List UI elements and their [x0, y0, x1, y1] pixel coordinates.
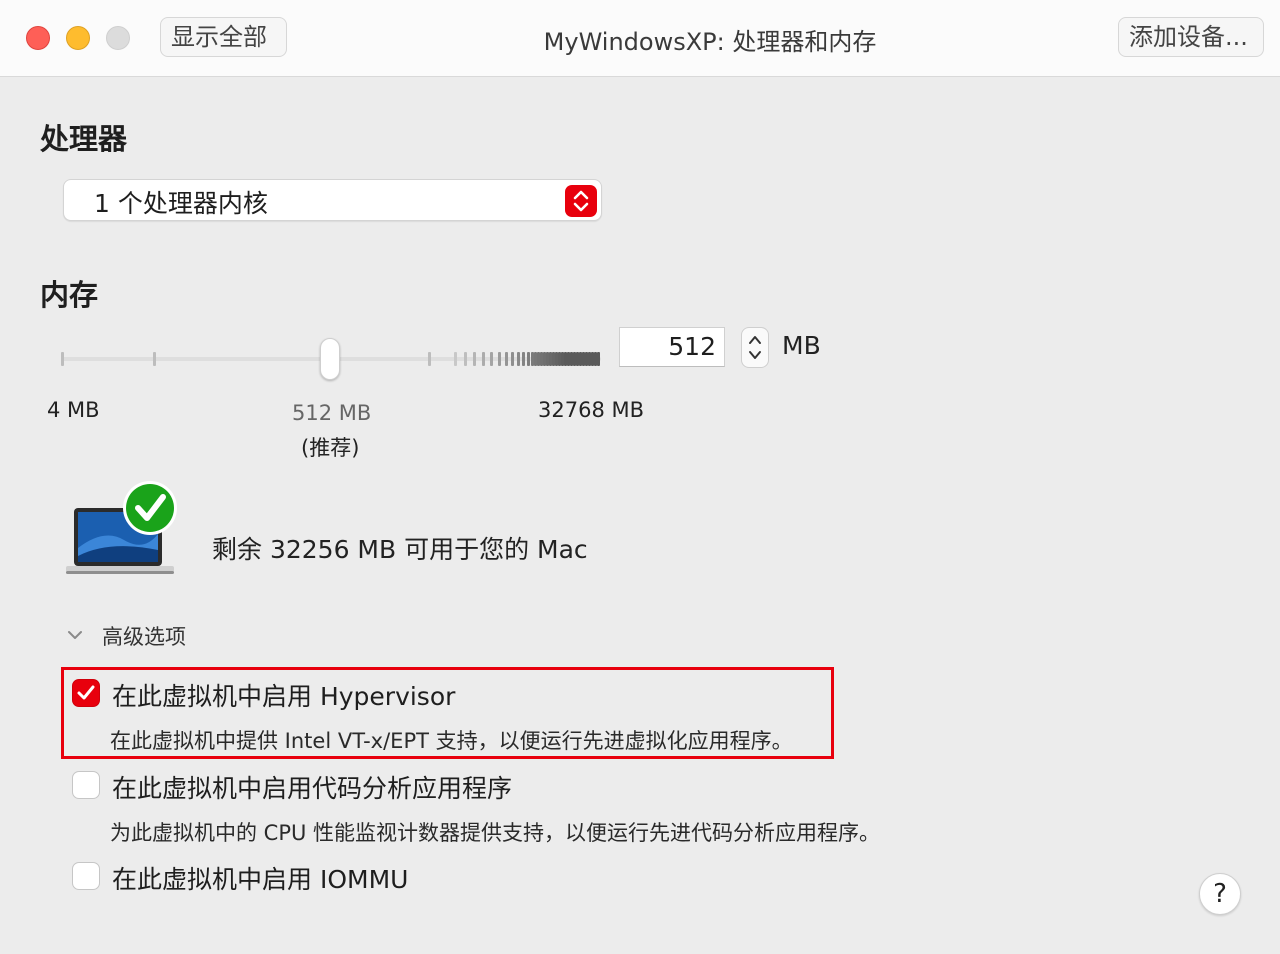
checkmark-badge-icon: [123, 481, 177, 535]
slider-tick: [464, 352, 467, 366]
add-device-button[interactable]: 添加设备...: [1118, 17, 1264, 57]
code-profiling-description: 为此虚拟机中的 CPU 性能监视计数器提供支持，以便运行先进代码分析应用程序。: [110, 821, 881, 845]
slider-tick: [517, 352, 521, 366]
checkmark-icon: [77, 685, 95, 700]
slider-tick: [522, 352, 526, 366]
title-bar: 显示全部 MyWindowsXP: 处理器和内存 添加设备...: [0, 0, 1280, 77]
slider-tick: [490, 352, 494, 366]
hypervisor-checkbox[interactable]: [72, 679, 100, 707]
available-memory-text: 剩余 32256 MB 可用于您的 Mac: [212, 535, 588, 564]
slider-tick: [527, 352, 530, 366]
memory-stepper[interactable]: [741, 327, 769, 368]
memory-slider-thumb[interactable]: [320, 338, 340, 380]
memory-recommended-tag: (推荐): [301, 436, 360, 460]
memory-unit-label: MB: [782, 331, 821, 360]
macbook-icon: [66, 481, 177, 574]
processor-cores-value: 1 个处理器内核: [94, 189, 268, 218]
help-icon[interactable]: ?: [1199, 873, 1241, 915]
memory-recommended-value-label: 512 MB: [292, 401, 372, 425]
code-profiling-label[interactable]: 在此虚拟机中启用代码分析应用程序: [112, 769, 512, 805]
hypervisor-label[interactable]: 在此虚拟机中启用 Hypervisor: [112, 677, 455, 713]
iommu-checkbox[interactable]: [72, 862, 100, 890]
chevron-down-icon[interactable]: [64, 624, 86, 646]
memory-size-input[interactable]: 512: [619, 327, 725, 367]
slider-tick: [153, 352, 156, 366]
memory-heading: 内存: [40, 278, 99, 312]
stepper-icon: [749, 336, 761, 359]
up-down-arrows-icon: [565, 185, 597, 217]
processor-heading: 处理器: [40, 122, 128, 156]
show-all-button[interactable]: 显示全部: [160, 17, 287, 57]
window-title: MyWindowsXP: 处理器和内存: [543, 28, 877, 56]
slider-tick: [454, 352, 457, 366]
memory-min-label: 4 MB: [47, 398, 100, 422]
processor-cores-select[interactable]: 1 个处理器内核: [63, 179, 602, 221]
hypervisor-description: 在此虚拟机中提供 Intel VT-x/EPT 支持，以便运行先进虚拟化应用程序…: [110, 729, 793, 753]
slider-tick: [473, 352, 477, 366]
code-profiling-checkbox[interactable]: [72, 771, 100, 799]
advanced-options-toggle[interactable]: 高级选项: [102, 621, 186, 651]
slider-tick: [428, 352, 431, 366]
close-icon[interactable]: [26, 26, 50, 50]
slider-tick: [505, 352, 508, 366]
zoom-icon[interactable]: [106, 26, 130, 50]
slider-tick: [511, 352, 515, 366]
slider-tick: [482, 352, 486, 366]
slider-tick: [597, 352, 601, 366]
minimize-icon[interactable]: [66, 26, 90, 50]
memory-max-label: 32768 MB: [538, 398, 645, 422]
slider-tick: [61, 352, 64, 366]
slider-tick: [498, 352, 501, 366]
iommu-label[interactable]: 在此虚拟机中启用 IOMMU: [112, 860, 408, 896]
